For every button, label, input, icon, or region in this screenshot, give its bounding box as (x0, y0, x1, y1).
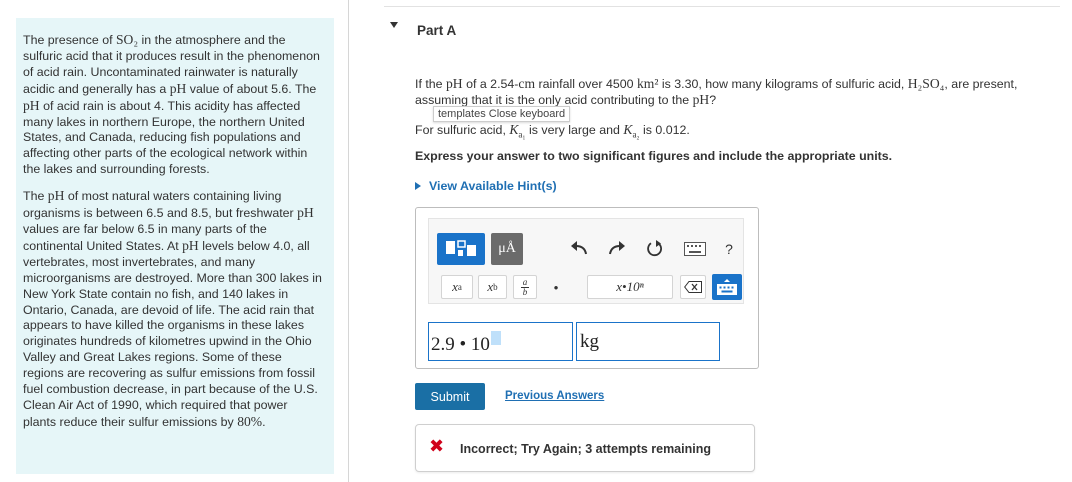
ka1-subscript: a₁ (518, 129, 526, 140)
question-fragment: of a 2.54- (462, 77, 519, 91)
note-fragment: is very large and (525, 123, 624, 137)
part-title: Part A (417, 23, 457, 38)
toggle-keyboard-button[interactable] (712, 274, 742, 300)
note-fragment: For sulfuric acid, (415, 123, 510, 137)
part-a-header[interactable]: Part A (384, 6, 1060, 51)
ph-term: pH (169, 80, 187, 96)
ph-term: pH (446, 76, 463, 91)
exponent-placeholder[interactable] (490, 331, 501, 345)
dot-button[interactable]: • (544, 275, 568, 299)
answer-value-input[interactable]: 2.9 • 10 (428, 322, 573, 361)
question-fragment: If the (415, 77, 446, 91)
fraction-button[interactable]: a b (513, 275, 537, 299)
error-x-icon: ✖ (429, 436, 445, 457)
passage-paragraph-2: The pH of most natural waters containing… (23, 188, 322, 431)
cm-unit: cm (518, 76, 536, 91)
passage-text: . (262, 414, 266, 429)
passage-text: of acid rain is about 4. This acidity ha… (23, 98, 308, 177)
fraction-numerator: a (522, 276, 528, 287)
ph-term: pH (23, 97, 40, 113)
so2-formula: SO₂ (115, 32, 139, 47)
ka1-symbol: Ka₁ (509, 122, 526, 140)
scientific-notation-button[interactable]: x•10ⁿ (587, 275, 673, 299)
answer-editor: μÅ ? x a x b a b • x•10ⁿ 2.9 • 10 kg (415, 207, 759, 369)
undo-button[interactable] (569, 239, 589, 259)
question-fragment: rainfall over 4500 (535, 77, 637, 91)
templates-icon (446, 240, 476, 256)
keyboard-toggle-icon (717, 279, 737, 295)
backspace-icon (684, 281, 702, 293)
sym-exp: a (457, 282, 462, 292)
ph-term: pH (182, 237, 199, 253)
view-hints-link[interactable]: View Available Hint(s) (415, 179, 557, 193)
answer-unit-input[interactable]: kg (576, 322, 720, 361)
feedback-message: Incorrect; Try Again; 3 attempts remaini… (460, 442, 711, 456)
answer-instructions: Express your answer to two significant f… (415, 149, 893, 163)
sym-sub: b (493, 282, 498, 292)
collapse-caret-icon[interactable] (390, 22, 398, 28)
ph-term: pH (297, 205, 314, 221)
delete-button[interactable] (680, 275, 706, 299)
ka2-symbol: Ka₂ (623, 122, 640, 140)
percent-value: 80% (237, 413, 263, 429)
templates-button[interactable] (437, 233, 485, 265)
feedback-box: ✖ Incorrect; Try Again; 3 attempts remai… (415, 424, 755, 472)
ph-term: pH (692, 92, 710, 107)
hint-link-label: View Available Hint(s) (429, 179, 557, 193)
ph-term: pH (47, 188, 65, 204)
question-fragment: is 3.30, how many kilograms of sulfuric … (658, 77, 908, 91)
passage-text: The (23, 189, 48, 204)
subscript-button[interactable]: xb (478, 275, 507, 299)
acid-constants-note: For sulfuric acid, Ka₁ is very large and… (415, 122, 690, 140)
h2so4-formula: H₂SO₄ (907, 76, 945, 91)
passage-text: of most natural waters containing living… (23, 189, 298, 221)
units-button[interactable]: μÅ (491, 233, 523, 265)
submit-button[interactable]: Submit (415, 383, 485, 410)
passage-paragraph-1: The presence of SO₂ in the atmosphere an… (23, 32, 322, 178)
reset-icon (647, 240, 662, 257)
superscript-button[interactable]: xa (441, 275, 473, 299)
expand-triangle-icon (415, 182, 421, 190)
fraction-denominator: b (522, 286, 528, 297)
redo-button[interactable] (607, 239, 627, 259)
ka2-subscript: a₂ (632, 129, 640, 140)
column-divider (348, 0, 349, 482)
km2-unit: km² (636, 76, 659, 91)
undo-icon (571, 241, 587, 255)
note-fragment: is 0.012. (639, 123, 690, 137)
help-button[interactable]: ? (719, 239, 739, 259)
question-fragment: ? (709, 93, 717, 107)
passage-text: value of about 5.6. The (186, 81, 317, 96)
answer-value-text: 2.9 • 10 (431, 334, 490, 355)
keyboard-tooltip: templates Close keyboard (433, 106, 571, 122)
passage-text: levels below 4.0, all vertebrates, most … (23, 238, 322, 429)
keyboard-button[interactable] (684, 241, 706, 257)
passage-panel: The presence of SO₂ in the atmosphere an… (16, 18, 334, 474)
fraction-glyph: a b (521, 276, 529, 297)
previous-answers-link[interactable]: Previous Answers (505, 390, 604, 402)
redo-icon (609, 241, 625, 255)
reset-button[interactable] (645, 239, 665, 259)
math-toolbar: μÅ ? x a x b a b • x•10ⁿ (428, 218, 744, 304)
question-text: If the pH of a 2.54-cm rainfall over 450… (415, 76, 1045, 108)
keyboard-icon (684, 242, 706, 256)
passage-text: The presence of (23, 33, 116, 47)
